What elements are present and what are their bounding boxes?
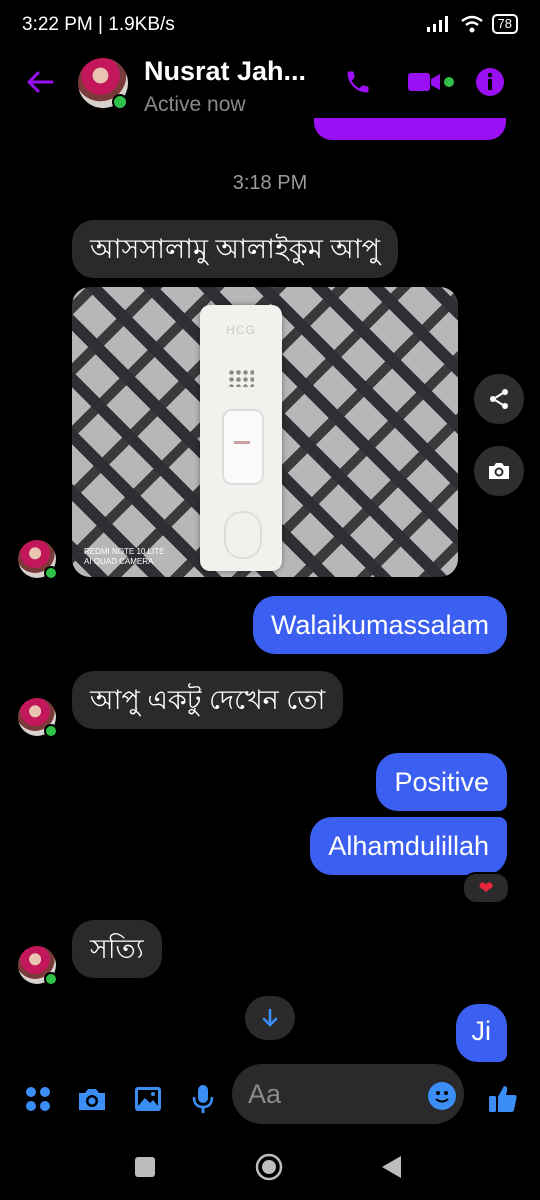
outgoing-message[interactable]: Alhamdulillah	[310, 817, 507, 875]
result-window	[222, 409, 264, 485]
gallery-icon[interactable]	[131, 1082, 165, 1116]
camera-icon[interactable]	[75, 1082, 109, 1116]
watermark-line2: AI QUAD CAMERA	[84, 557, 154, 566]
signal-icon	[426, 16, 448, 32]
info-icon[interactable]	[474, 66, 506, 98]
watermark-line1: REDMI NOTE 10 LITE	[84, 547, 165, 556]
outgoing-message[interactable]: Ji	[455, 1004, 507, 1062]
pregnancy-test-strip: HCG	[200, 305, 282, 571]
sample-well	[224, 511, 262, 559]
heart-reaction[interactable]: ❤	[462, 872, 510, 904]
back-arrow-icon[interactable]	[22, 64, 58, 100]
thumbs-up-icon[interactable]	[486, 1082, 520, 1116]
nav-back-icon[interactable]	[374, 1150, 408, 1184]
contact-name[interactable]: Nusrat Jah...	[144, 56, 306, 87]
microphone-icon[interactable]	[186, 1082, 220, 1116]
online-indicator	[44, 972, 58, 986]
camera-icon[interactable]	[474, 446, 524, 496]
incoming-message[interactable]: আসসালামু আলাইকুম আপু	[72, 220, 399, 278]
status-icons: 78	[426, 14, 518, 34]
scroll-to-bottom-button[interactable]	[245, 996, 295, 1040]
online-indicator	[112, 94, 128, 110]
strip-label: HCG	[226, 323, 256, 337]
outgoing-message[interactable]: Walaikumassalam	[252, 596, 507, 654]
incoming-message[interactable]: সত্যি	[72, 920, 162, 978]
message-timestamp: 3:18 PM	[232, 172, 308, 194]
image-attachment[interactable]: HCG REDMI NOTE 10 LITE AI QUAD CAMERA	[72, 287, 458, 577]
wifi-icon	[460, 15, 483, 33]
strip-dots	[228, 369, 254, 387]
nav-home-icon[interactable]	[252, 1150, 286, 1184]
previous-message-bubble	[314, 118, 506, 140]
result-line	[234, 441, 250, 444]
apps-icon[interactable]	[21, 1082, 55, 1116]
online-indicator	[44, 566, 58, 580]
incoming-message[interactable]: আপু একটু দেখেন তো	[72, 671, 344, 729]
status-time: 3:22 PM | 1.9KB/s	[22, 14, 175, 35]
battery-indicator: 78	[491, 14, 518, 34]
active-status: Active now	[144, 93, 246, 116]
nav-recents-icon[interactable]	[128, 1150, 162, 1184]
video-camera-icon[interactable]	[406, 66, 454, 98]
online-indicator	[44, 724, 58, 738]
arrow-down-icon	[262, 1008, 278, 1027]
heart-icon: ❤	[478, 878, 494, 898]
outgoing-message[interactable]: Positive	[376, 753, 507, 811]
phone-icon[interactable]	[342, 66, 374, 98]
status-bar: 3:22 PM | 1.9KB/s 78	[0, 0, 540, 52]
share-icon[interactable]	[474, 374, 524, 424]
camera-watermark: REDMI NOTE 10 LITE AI QUAD CAMERA	[84, 547, 164, 567]
emoji-icon[interactable]	[428, 1082, 456, 1110]
